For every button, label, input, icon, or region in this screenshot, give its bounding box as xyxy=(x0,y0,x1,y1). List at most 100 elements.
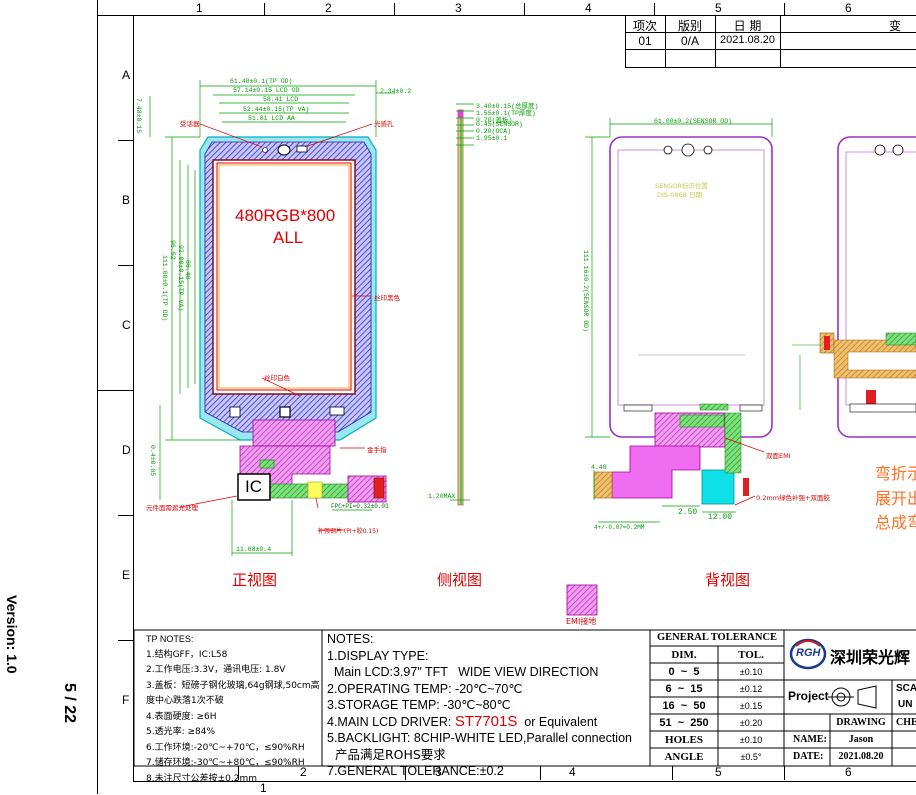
bend-note-3: 总成弯 xyxy=(875,513,916,532)
dim-fpc-width: 11.68±0.4 xyxy=(236,546,272,553)
note-7: 7.GENERAL TOLERANCE:±0.2 xyxy=(327,764,504,778)
label-light-sensor: 光感孔 xyxy=(374,120,394,128)
dim-pitch: 0.4±0.05 xyxy=(149,445,156,477)
dim-tp-od-height: 111.60±0.1(TP OD) xyxy=(161,255,168,322)
tolerance-header-dim: DIM. xyxy=(671,649,697,661)
name-label: NAME: xyxy=(793,734,827,745)
resolution-sub-label: ALL xyxy=(273,228,304,247)
label-gold-finger: 金手指 xyxy=(367,446,387,454)
check-label: CHE xyxy=(896,717,916,728)
label-stiffener: 补强钢片 (PI+胶0.15) xyxy=(318,528,379,535)
projection-symbol xyxy=(828,685,877,709)
scale-label: SCA xyxy=(896,683,916,694)
dim-sensor-width: 61.00±0.2(SENSOR OD) xyxy=(654,118,733,125)
tp-notes-title: TP NOTES: xyxy=(146,634,194,644)
bend-note-1: 弯折示 xyxy=(875,464,916,483)
note-4-suffix: or Equivalent xyxy=(517,714,598,729)
note-4-prefix: 4.MAIN LCD DRIVER: xyxy=(327,714,455,729)
ic-label: IC xyxy=(245,477,262,496)
dim-right-offset: 2.34±0.2 xyxy=(380,88,412,95)
driver-ic-name: ST7701S xyxy=(454,712,518,730)
tp-note-8: 8.未注尺寸公差按±0.2mm xyxy=(146,773,257,784)
dim-fpc-pin: FPC+PI=0.32±0.03 xyxy=(331,503,389,510)
tp-note-6: 6.工作环境:-20℃~+70℃，≤90%RH xyxy=(146,742,305,753)
dim-lcd-height-2: 86.40 xyxy=(184,260,191,280)
tolerance-tol-4: ±0.20 xyxy=(739,718,763,728)
dim-lcd-thickness: 1.95±0.1 xyxy=(476,135,508,142)
front-view-graphic xyxy=(149,80,395,556)
notes: NOTES: 1.DISPLAY TYPE: Main LCD:3.97" TF… xyxy=(327,631,632,780)
label-receiver: 受话器 xyxy=(180,120,200,128)
unit-label: UN xyxy=(898,699,913,710)
logo-text: RGH xyxy=(796,647,821,659)
back-view-graphic xyxy=(585,118,773,523)
label-double-emi: 双面EMI xyxy=(766,452,791,460)
dim-lcd-od-width: 57.14±0.15 LCD OD xyxy=(233,87,300,94)
tp-note-2: 2.工作电压:3.3V，通讯电压: 1.8V xyxy=(146,665,286,675)
dim-back-bottom: 4+/-0.07=0.2MM xyxy=(594,524,645,531)
tp-note-4: 4.表面硬度: ≥6H xyxy=(146,711,217,722)
tp-note-1: 1.结构GFF，IC:L58 xyxy=(146,649,228,660)
dim-tp-va-height: 92.00±0.15(TP VA) xyxy=(177,245,184,312)
tolerance-header-tol: TOL. xyxy=(738,649,764,661)
drawing-date: 2021.08.20 xyxy=(838,751,884,762)
dim-sensor-height: 111.16±0.2(SENSOR OD) xyxy=(582,250,589,332)
note-5b: 产品满足ROHS要求 xyxy=(327,746,446,762)
dim-lcd-aa-width: 51.81 LCD AA xyxy=(248,115,295,122)
dim-lcd-width: 58.41 LCD xyxy=(263,96,299,103)
dim-oca: 0.20(OCA) xyxy=(476,128,512,135)
side-view-graphic xyxy=(450,103,474,506)
bend-note-2: 展开出 xyxy=(875,489,916,508)
tolerance-tol-1: ±0.10 xyxy=(739,667,763,677)
project-label: Project xyxy=(788,689,829,703)
emi-swatch xyxy=(566,584,598,616)
front-view-title: 正视图 xyxy=(232,571,278,589)
tolerance-dim-1: 0 ~ 5 xyxy=(668,666,700,678)
drawing-label: DRAWING xyxy=(836,717,886,728)
note-1: 1.DISPLAY TYPE: xyxy=(327,648,429,663)
dim-back-fpc-width: 12.00 xyxy=(708,513,733,522)
emi-legend-label: EMI接地 xyxy=(566,617,597,626)
label-black-print: 丝印黑色 xyxy=(374,294,400,302)
dim-back-fpc-gap: 2.50 xyxy=(678,508,698,517)
dim-tp-va-width: 52.44±0.15(TP VA) xyxy=(243,106,310,113)
dim-back-fpc-left: 4.40 xyxy=(591,464,607,471)
note-1b: Main LCD:3.97" TFT WIDE VIEW DIRECTION xyxy=(327,665,599,679)
tolerance-tol-angle: ±0.5° xyxy=(740,752,762,762)
label-white-print: 丝印白色 xyxy=(264,374,290,382)
dim-bottom-max: 1.20MAX xyxy=(428,493,456,500)
partial-right-view xyxy=(792,136,916,438)
tp-note-3b: 度中心跌落1次不破 xyxy=(146,696,224,706)
tolerance-dim-3: 16 ~ 50 xyxy=(662,700,706,712)
note-5: 5.BACKLIGHT: 8CHIP-WHITE LED,Parallel co… xyxy=(327,731,632,745)
tolerance-tol-holes: ±0.10 xyxy=(739,735,763,745)
notes-title: NOTES: xyxy=(327,632,374,646)
label-sensor-date: DIS-0868 日期 xyxy=(657,191,703,199)
tp-notes: TP NOTES: 1.结构GFF，IC:L58 2.工作电压:3.3V，通讯电… xyxy=(146,632,320,787)
tp-note-5: 5.透光率: ≥84% xyxy=(146,727,216,737)
tolerance-dim-holes: HOLES xyxy=(665,734,703,746)
note-3: 3.STORAGE TEMP: -30℃~80℃ xyxy=(327,698,511,712)
company-name: 深圳荣光辉 xyxy=(830,648,911,667)
dim-left-offset: 7.48±0.15 xyxy=(135,98,142,134)
back-view-title: 背视图 xyxy=(705,571,751,589)
tolerance-dim-4: 51 ~ 250 xyxy=(659,717,709,729)
resolution-label: 480RGB*800 xyxy=(235,206,336,225)
tp-note-3: 3.盖板：短磅子钢化玻璃,64g钢球,50cm高 xyxy=(146,680,320,691)
label-component-shading: 元件面需遮光处理 xyxy=(146,504,198,512)
drawer-name: Jason xyxy=(848,734,874,745)
tp-note-7: 7.储存环境:-30℃~+80℃，≤90%RH xyxy=(146,758,305,768)
dim-tp-od-width: 61.40±0.1(TP OD) xyxy=(230,78,293,85)
tolerance-dim-angle: ANGLE xyxy=(664,751,704,763)
tolerance-tol-3: ±0.15 xyxy=(739,701,763,711)
tolerance-tol-2: ±0.12 xyxy=(739,684,763,694)
tolerance-title: GENERAL TOLERANCE xyxy=(656,632,778,643)
date-label: DATE: xyxy=(793,751,824,762)
dim-sensor: 0.45(SENSOR) xyxy=(476,121,523,128)
label-green-tape: 0.2mm绿色补强+双面胶 xyxy=(756,494,830,502)
note-2: 2.OPERATING TEMP: -20℃~70℃ xyxy=(327,681,523,696)
side-view-title: 侧视图 xyxy=(437,571,483,589)
tolerance-dim-2: 6 ~ 15 xyxy=(665,683,703,695)
dim-lcd-height-1: 96.52 xyxy=(169,240,176,260)
note-4: 4.MAIN LCD DRIVER: ST7701S or Equivalent xyxy=(327,712,632,731)
